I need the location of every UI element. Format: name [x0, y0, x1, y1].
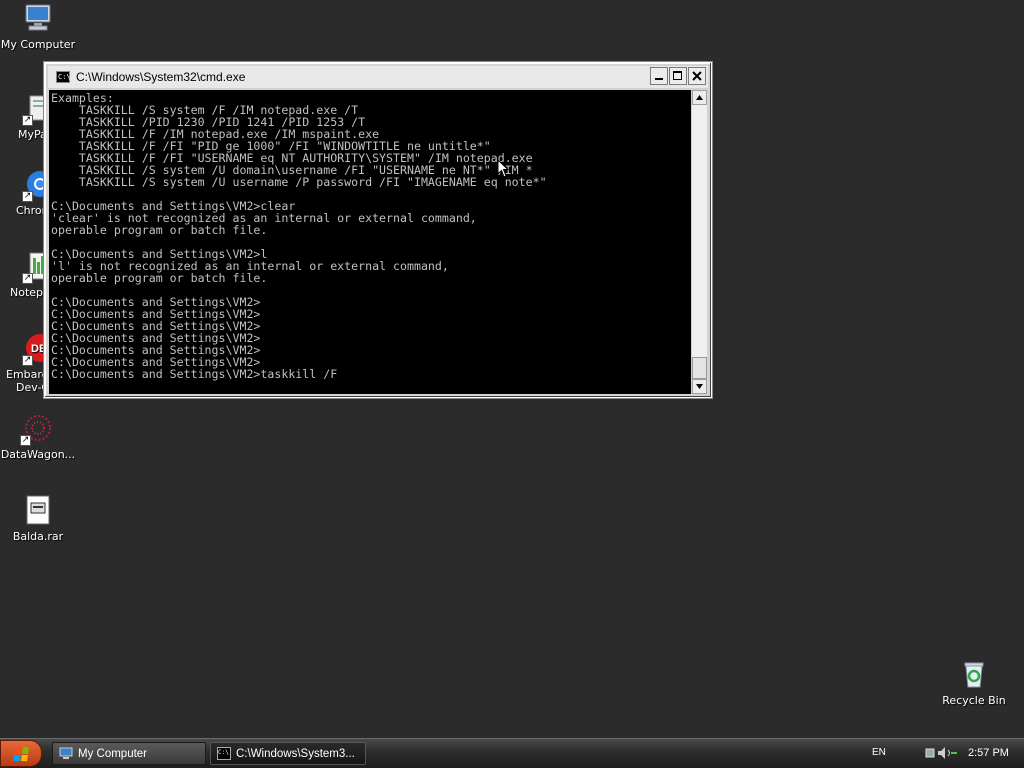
console-output[interactable]: Examples: TASKKILL /S system /F /IM note… — [49, 90, 691, 394]
window-controls — [650, 67, 706, 85]
close-button[interactable] — [688, 67, 706, 85]
clock[interactable]: 2:57 PM — [968, 747, 1009, 759]
cmd-icon: C:\ — [217, 747, 231, 760]
minimize-button[interactable] — [650, 67, 668, 85]
desktop-icon-balda-rar[interactable]: Balda.rar — [0, 494, 76, 543]
cmd-titlebar[interactable]: C:\ C:\Windows\System32\cmd.exe — [48, 66, 708, 89]
desktop-icon-label: My Computer — [0, 38, 76, 51]
window-title: C:\Windows\System32\cmd.exe — [76, 70, 246, 84]
taskbar-item-my-computer[interactable]: My Computer — [52, 742, 206, 765]
windows-logo-icon — [13, 747, 29, 761]
cmd-window[interactable]: C:\ C:\Windows\System32\cmd.exe Examples… — [44, 62, 712, 398]
desktop-icon-datawagon[interactable]: ↗ DataWagon... — [0, 412, 76, 461]
desktop-icon-label: Recycle Bin — [942, 694, 1006, 707]
shortcut-arrow-icon: ↗ — [22, 355, 33, 366]
shortcut-arrow-icon: ↗ — [22, 273, 33, 284]
mouse-cursor-icon — [498, 160, 510, 178]
console-text: Examples: TASKKILL /S system /F /IM note… — [51, 91, 547, 381]
desktop-icon-recycle-bin[interactable]: Recycle Bin — [936, 658, 1012, 707]
scrollbar-thumb[interactable] — [692, 357, 707, 379]
desktop-icon-my-computer[interactable]: My Computer — [0, 2, 76, 51]
shortcut-arrow-icon: ↗ — [20, 435, 31, 446]
scroll-down-button[interactable] — [692, 379, 707, 394]
start-button[interactable] — [0, 740, 42, 767]
desktop-icon-label: Balda.rar — [12, 530, 64, 543]
recycle-bin-icon — [958, 658, 990, 690]
arrow-up-icon — [696, 95, 703, 100]
shortcut-arrow-icon: ↗ — [22, 115, 33, 126]
shortcut-arrow-icon: ↗ — [22, 191, 33, 202]
arrow-down-icon — [696, 384, 703, 389]
language-indicator[interactable]: EN — [872, 747, 886, 758]
my-computer-icon — [22, 2, 54, 34]
network-volume-tray-icons[interactable] — [924, 745, 958, 761]
taskbar-item-label: C:\Windows\System3... — [236, 747, 355, 760]
close-icon — [692, 71, 702, 81]
my-computer-icon — [59, 747, 73, 759]
taskbar: My Computer C:\ C:\Windows\System3... EN… — [0, 738, 1024, 768]
datawagon-icon: ↗ — [20, 412, 54, 446]
taskbar-item-label: My Computer — [78, 747, 148, 760]
maximize-button[interactable] — [669, 67, 687, 85]
vertical-scrollbar[interactable] — [691, 90, 707, 394]
scroll-up-button[interactable] — [692, 90, 707, 105]
cmd-icon: C:\ — [56, 71, 71, 83]
taskbar-item-cmd[interactable]: C:\ C:\Windows\System3... — [210, 742, 366, 765]
desktop-icon-label: DataWagon... — [0, 448, 76, 461]
rar-archive-icon — [22, 494, 54, 526]
